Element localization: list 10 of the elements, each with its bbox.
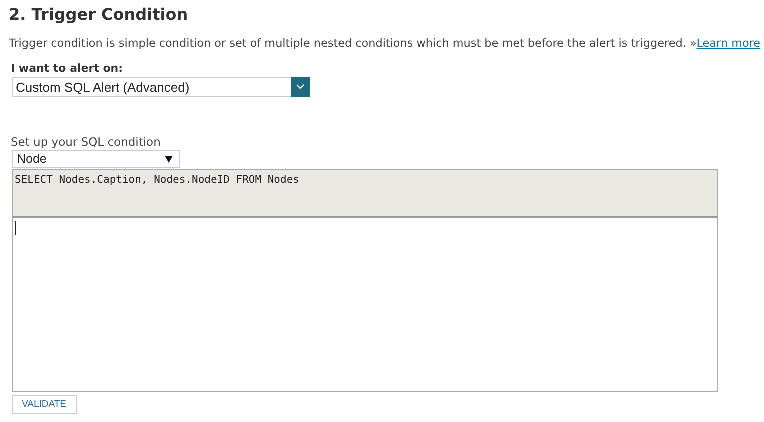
- object-type-dropdown[interactable]: Node: [12, 150, 180, 168]
- field-label: I want to alert on:: [11, 62, 124, 76]
- validate-button[interactable]: VALIDATE: [12, 395, 77, 414]
- description-text: Trigger condition is simple condition or set of multiple nested conditions which must be met before the alert is triggered. »Learn more: [9, 36, 762, 52]
- sql-query-prefix: SELECT Nodes.Caption, Nodes.NodeID FROM Nodes: [12, 169, 718, 218]
- field-label: Set up your SQL condition: [11, 135, 162, 150]
- section-heading: 2. Trigger Condition: [9, 4, 190, 26]
- sql-editor-field[interactable]: [12, 218, 718, 392]
- caret-icon: [165, 156, 173, 162]
- learn-more-link[interactable]: Learn more: [696, 37, 761, 50]
